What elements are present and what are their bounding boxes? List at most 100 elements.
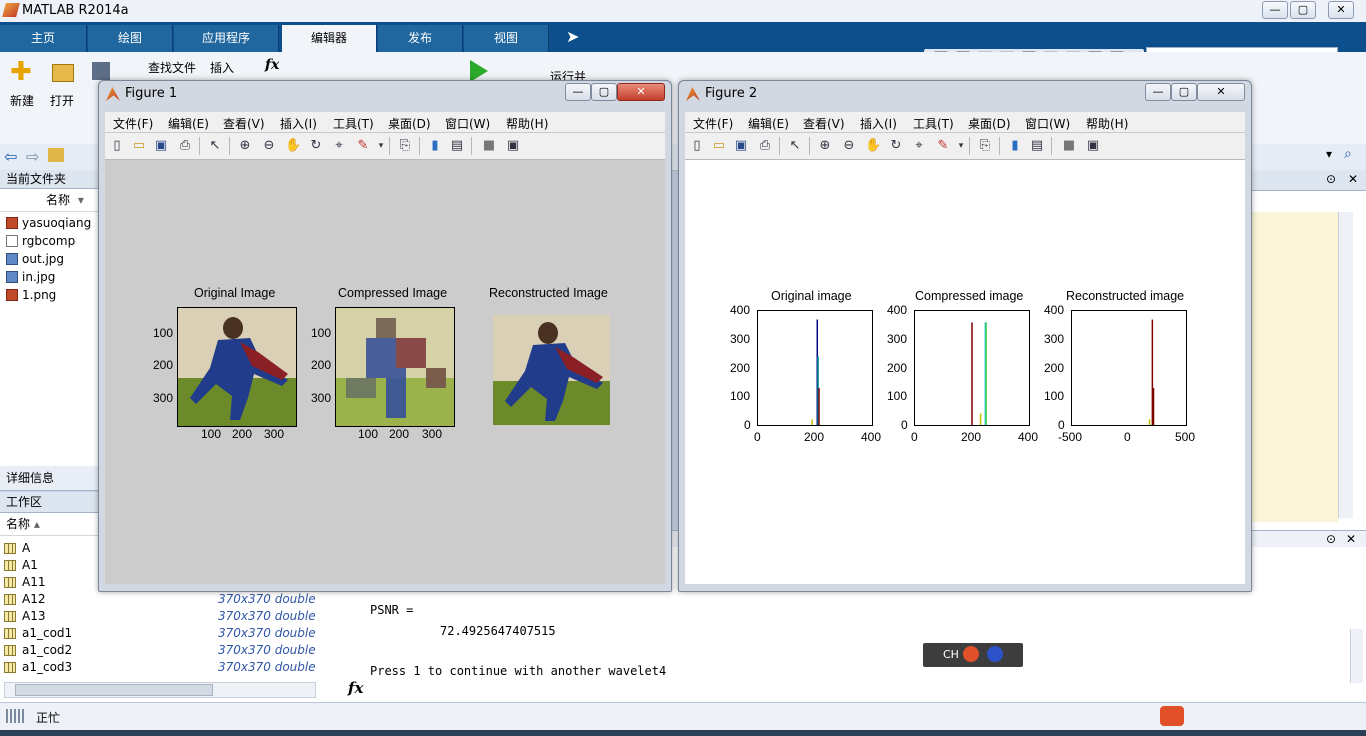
new-figure-icon[interactable]: ▯ xyxy=(109,138,125,154)
figure-2-canvas[interactable]: Original image 400 300 200 100 0 0 200 4… xyxy=(685,160,1245,584)
hide-plot-tools-icon[interactable]: ■ xyxy=(1061,138,1077,154)
histogram-axes[interactable] xyxy=(914,310,1030,426)
reconstructed-image[interactable] xyxy=(493,315,610,425)
figure-2-titlebar[interactable]: Figure 2 — ▢ ✕ xyxy=(679,81,1251,107)
tab-home[interactable]: 主页 xyxy=(0,25,87,52)
editor-vertical-scrollbar[interactable] xyxy=(1338,212,1353,518)
brush-dropdown-icon[interactable]: ▾ xyxy=(953,138,969,154)
close-button[interactable]: ✕ xyxy=(617,83,665,101)
menu-tools[interactable]: 工具(T) xyxy=(913,115,954,132)
editor-text-area[interactable] xyxy=(1252,212,1338,522)
save-icon[interactable] xyxy=(92,62,110,80)
menu-file[interactable]: 文件(F) xyxy=(113,115,153,132)
save-icon[interactable]: ▣ xyxy=(733,138,749,154)
menu-help[interactable]: 帮助(H) xyxy=(506,115,548,132)
variable-row[interactable]: A13 370x370 double xyxy=(0,608,346,625)
tab-publish[interactable]: 发布 xyxy=(378,25,463,52)
pan-icon[interactable]: ✋ xyxy=(865,138,881,154)
figure-1-titlebar[interactable]: Figure 1 — ▢ ✕ xyxy=(99,81,671,107)
histogram-axes[interactable] xyxy=(757,310,873,426)
link-plot-icon[interactable]: ⎘ xyxy=(397,138,413,154)
menu-help[interactable]: 帮助(H) xyxy=(1086,115,1128,132)
brush-icon[interactable]: ✎ xyxy=(935,138,951,154)
function-browser-button[interactable]: fx xyxy=(348,679,363,697)
print-icon[interactable]: ⎙ xyxy=(757,138,773,154)
histogram-axes[interactable] xyxy=(1071,310,1187,426)
compressed-image[interactable] xyxy=(335,307,455,427)
variable-row[interactable]: A12 370x370 double xyxy=(0,591,346,608)
edit-plot-icon[interactable]: ↖ xyxy=(787,138,803,154)
legend-icon[interactable]: ▤ xyxy=(449,138,465,154)
menu-desktop[interactable]: 桌面(D) xyxy=(388,115,431,132)
file-item[interactable]: yasuoqiang xyxy=(0,214,98,232)
menu-desktop[interactable]: 桌面(D) xyxy=(968,115,1011,132)
back-arrow-icon[interactable]: ⇦ xyxy=(4,147,17,166)
colorbar-icon[interactable]: ▮ xyxy=(427,138,443,154)
show-plot-tools-icon[interactable]: ▣ xyxy=(1085,138,1101,154)
rotate-3d-icon[interactable]: ↻ xyxy=(308,138,324,154)
menu-insert[interactable]: 插入(I) xyxy=(280,115,317,132)
up-folder-icon[interactable] xyxy=(48,148,64,162)
details-panel-title[interactable]: 详细信息 xyxy=(0,466,104,491)
close-button[interactable]: ✕ xyxy=(1328,1,1354,19)
legend-icon[interactable]: ▤ xyxy=(1029,138,1045,154)
panel-close-icon[interactable]: ✕ xyxy=(1346,532,1356,546)
dropdown-icon[interactable]: ▾ xyxy=(1326,147,1332,161)
maximize-button[interactable]: ▢ xyxy=(1171,83,1197,101)
insert-button[interactable]: 插入 xyxy=(210,59,234,76)
brush-dropdown-icon[interactable]: ▾ xyxy=(373,138,389,154)
data-cursor-icon[interactable]: ⌖ xyxy=(911,138,927,154)
file-item[interactable]: out.jpg xyxy=(0,250,98,268)
command-vertical-scrollbar[interactable] xyxy=(1350,629,1363,683)
data-cursor-icon[interactable]: ⌖ xyxy=(331,138,347,154)
file-item[interactable]: in.jpg xyxy=(0,268,98,286)
new-figure-icon[interactable]: ▯ xyxy=(689,138,705,154)
tab-apps[interactable]: 应用程序 xyxy=(174,25,279,52)
tab-editor[interactable]: 编辑器 xyxy=(282,25,377,52)
maximize-button[interactable]: ▢ xyxy=(1290,1,1316,19)
open-button[interactable]: 打开 xyxy=(46,92,78,109)
figure-1-window[interactable]: Figure 1 — ▢ ✕ 文件(F) 编辑(E) 查看(V) 插入(I) 工… xyxy=(98,80,672,592)
sogou-tray-icon[interactable] xyxy=(1160,706,1184,726)
zoom-in-icon[interactable]: ⊕ xyxy=(817,138,833,154)
variable-row[interactable]: a1_cod3 370x370 double xyxy=(0,659,346,676)
menu-window[interactable]: 窗口(W) xyxy=(1025,115,1070,132)
variable-row[interactable]: a1_cod1 370x370 double xyxy=(0,625,346,642)
menu-edit[interactable]: 编辑(E) xyxy=(748,115,789,132)
open-file-icon[interactable]: ▭ xyxy=(131,138,147,154)
figure-1-canvas[interactable]: Original Image 100 200 300 100 200 300 C… xyxy=(105,160,665,584)
workspace-horizontal-scrollbar[interactable] xyxy=(4,682,316,698)
maximize-button[interactable]: ▢ xyxy=(591,83,617,101)
ime-toolbar[interactable]: CH xyxy=(923,643,1023,667)
new-icon[interactable]: ✚ xyxy=(10,59,34,85)
tab-plots[interactable]: 绘图 xyxy=(88,25,173,52)
edit-plot-icon[interactable]: ↖ xyxy=(207,138,223,154)
forward-arrow-icon[interactable]: ⇨ xyxy=(26,147,39,166)
tab-view[interactable]: 视图 xyxy=(464,25,549,52)
print-icon[interactable]: ⎙ xyxy=(177,138,193,154)
show-plot-tools-icon[interactable]: ▣ xyxy=(505,138,521,154)
figure-2-window[interactable]: Figure 2 — ▢ ✕ 文件(F) 编辑(E) 查看(V) 插入(I) 工… xyxy=(678,80,1252,592)
zoom-out-icon[interactable]: ⊖ xyxy=(841,138,857,154)
fx-button[interactable]: fx xyxy=(265,57,279,73)
brush-icon[interactable]: ✎ xyxy=(355,138,371,154)
scrollbar-thumb[interactable] xyxy=(15,684,213,696)
new-button[interactable]: 新建 xyxy=(6,92,38,109)
menu-view[interactable]: 查看(V) xyxy=(223,115,265,132)
open-folder-icon[interactable] xyxy=(52,64,74,82)
minimize-button[interactable]: — xyxy=(1145,83,1171,101)
variable-row[interactable]: a1_cod2 370x370 double xyxy=(0,642,346,659)
panel-options-icon[interactable]: ⊙ xyxy=(1326,172,1336,186)
minimize-button[interactable]: — xyxy=(1262,1,1288,19)
hide-plot-tools-icon[interactable]: ■ xyxy=(481,138,497,154)
find-files-button[interactable]: 查找文件 xyxy=(148,59,196,76)
help-icon[interactable] xyxy=(987,646,1003,662)
panel-close-icon[interactable]: ✕ xyxy=(1348,172,1358,186)
original-image[interactable] xyxy=(177,307,297,427)
save-icon[interactable]: ▣ xyxy=(153,138,169,154)
zoom-in-icon[interactable]: ⊕ xyxy=(237,138,253,154)
rotate-3d-icon[interactable]: ↻ xyxy=(888,138,904,154)
menu-tools[interactable]: 工具(T) xyxy=(333,115,374,132)
sogou-icon[interactable] xyxy=(963,646,979,662)
file-item[interactable]: rgbcomp xyxy=(0,232,98,250)
